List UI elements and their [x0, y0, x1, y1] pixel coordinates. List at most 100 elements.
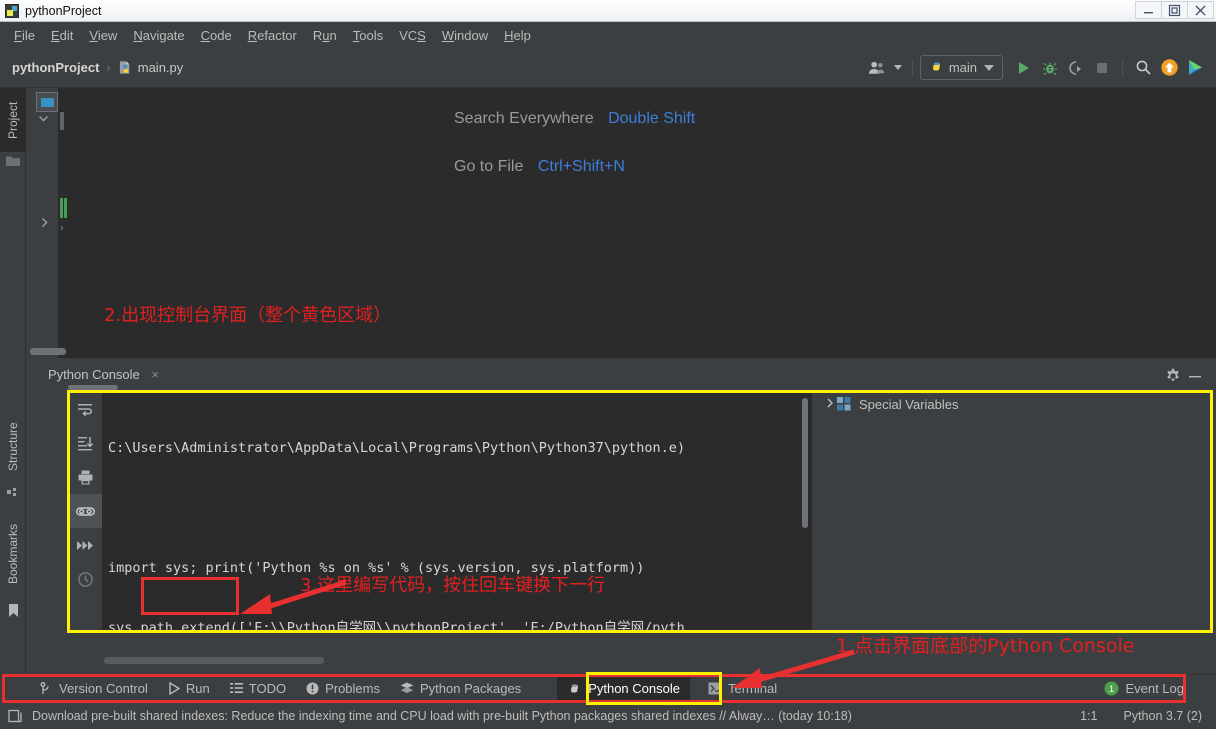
pycharm-window: pythonProject File Edit View Navigate Co… — [0, 0, 1216, 729]
console-line: C:\Users\Administrator\AppData\Local\Pro… — [108, 440, 686, 456]
problems-icon — [306, 682, 319, 695]
settings-gear-icon[interactable] — [1162, 366, 1184, 386]
hint-action-label: Search Everywhere — [454, 110, 594, 127]
pycharm-icon — [5, 3, 19, 18]
console-horizontal-scrollbar[interactable] — [68, 385, 118, 390]
special-variables-row[interactable]: Special Variables — [815, 392, 1213, 416]
user-avatar-icon[interactable] — [865, 55, 891, 81]
menu-code[interactable]: Code — [193, 26, 240, 45]
structure-icon — [7, 488, 20, 501]
stop-icon — [1089, 55, 1115, 81]
main-toolbar: main — [865, 55, 1216, 81]
hint-action-label: Go to File — [454, 158, 524, 175]
breadcrumb-file[interactable]: main.py — [138, 60, 184, 75]
left-tool-strip: Project Structure Bookmarks — [0, 88, 26, 688]
tool-window-python-console[interactable]: Python Console — [557, 675, 690, 702]
sidebar-item-bookmarks[interactable]: Bookmarks — [0, 508, 26, 600]
special-variables-icon — [837, 397, 851, 411]
tool-window-todo[interactable]: TODO — [220, 676, 296, 702]
run-config-label: main — [948, 60, 977, 75]
run-configuration-selector[interactable]: main — [919, 55, 1003, 80]
sidebar-item-project[interactable]: Project — [0, 88, 26, 152]
interpreter-indicator[interactable]: Python 3.7 (2) — [1123, 709, 1202, 723]
chevron-down-icon[interactable] — [984, 64, 994, 71]
chevron-right-icon[interactable] — [38, 216, 51, 233]
maximize-button[interactable] — [1161, 1, 1188, 19]
chevron-down-icon[interactable] — [37, 112, 50, 129]
menu-tools[interactable]: Tools — [345, 26, 391, 45]
sidebar-item-structure[interactable]: Structure — [0, 408, 26, 486]
branch-icon — [40, 681, 53, 696]
history-icon[interactable] — [68, 562, 102, 596]
caret-position[interactable]: 1:1 — [1080, 709, 1097, 723]
window-controls — [1135, 1, 1214, 19]
search-icon[interactable] — [1130, 55, 1156, 81]
project-folder-icon — [6, 154, 20, 166]
tool-window-python-packages[interactable]: Python Packages — [390, 676, 531, 702]
project-horizontal-scrollbar[interactable] — [30, 348, 66, 355]
hint-shortcut-label: Ctrl+Shift+N — [537, 158, 625, 175]
menu-navigate[interactable]: Navigate — [125, 26, 192, 45]
navigation-bar: pythonProject › main.py main — [0, 48, 1216, 88]
tool-window-resize-handle[interactable] — [104, 657, 324, 664]
soft-wrap-icon[interactable] — [68, 392, 102, 426]
special-variables-label: Special Variables — [859, 396, 959, 412]
print-icon[interactable] — [68, 460, 102, 494]
update-project-icon[interactable] — [1156, 55, 1182, 81]
tool-window-problems[interactable]: Problems — [296, 676, 390, 702]
menu-help[interactable]: Help — [496, 26, 539, 45]
menu-refactor[interactable]: Refactor — [240, 26, 305, 45]
tool-window-label: TODO — [248, 681, 287, 696]
run-with-coverage-icon[interactable] — [1063, 55, 1089, 81]
tool-window-run[interactable]: Run — [158, 676, 220, 702]
status-message[interactable]: Download pre-built shared indexes: Reduc… — [32, 709, 852, 723]
console-action-toolbar — [68, 392, 102, 631]
python-icon — [567, 681, 582, 696]
annotation-text-3: 3.这里编写代码，按住回车键换下一行 — [300, 575, 606, 596]
console-line: sys.path.extend(['E:\\Python自学网\\pythonP… — [108, 620, 685, 631]
console-variables-pane[interactable]: Special Variables — [815, 392, 1213, 631]
console-tab[interactable]: Python Console × — [48, 367, 159, 382]
expander-chevron-right-icon[interactable] — [825, 397, 837, 412]
annotation-text-1: 1.点击界面底部的Python Console — [836, 635, 1135, 657]
menu-vcs[interactable]: VCS — [391, 26, 434, 45]
event-log-badge-icon: 1 — [1104, 681, 1119, 696]
editor-gutter-vcs-marker-2 — [64, 198, 67, 218]
toolbar-divider-2 — [1122, 58, 1123, 77]
user-avatar-dropdown-icon[interactable] — [891, 55, 905, 81]
todo-list-icon — [229, 682, 243, 695]
show-console-variables-icon[interactable] — [68, 494, 102, 528]
python-file-icon — [118, 60, 133, 75]
indexes-icon — [8, 708, 24, 724]
console-tab-label: Python Console — [48, 367, 140, 382]
tool-window-label: Run — [185, 681, 210, 696]
hint-go-to-file: Go to File Ctrl+Shift+N — [454, 158, 625, 176]
menu-file[interactable]: File — [6, 26, 43, 45]
run-icon[interactable] — [1011, 55, 1037, 81]
close-button[interactable] — [1187, 1, 1214, 19]
debug-icon[interactable] — [1037, 55, 1063, 81]
tool-window-label: Python Packages — [420, 681, 522, 696]
minimize-button[interactable] — [1135, 1, 1162, 19]
event-log-button[interactable]: 1 Event Log — [1094, 676, 1194, 702]
tool-window-terminal[interactable]: Terminal — [698, 676, 787, 702]
status-right: 1:1 Python 3.7 (2) — [1054, 709, 1216, 723]
close-icon[interactable]: × — [151, 367, 159, 382]
tool-window-label: Version Control — [59, 681, 148, 696]
minimize-panel-icon[interactable] — [1184, 366, 1206, 386]
breadcrumb-separator: › — [106, 60, 111, 75]
execute-icon[interactable] — [68, 528, 102, 562]
tool-window-version-control[interactable]: Version Control — [30, 676, 158, 702]
fold-marker-icon[interactable]: › — [60, 222, 64, 234]
project-view-toggle-button[interactable] — [36, 92, 58, 112]
menu-run[interactable]: Run — [305, 26, 345, 45]
ide-assistant-icon[interactable] — [1182, 55, 1208, 81]
menu-window[interactable]: Window — [434, 26, 496, 45]
menu-edit[interactable]: Edit — [43, 26, 81, 45]
menu-view[interactable]: View — [81, 26, 125, 45]
console-vertical-scrollbar[interactable] — [802, 398, 808, 528]
breadcrumb-project[interactable]: pythonProject — [12, 60, 99, 75]
scroll-to-end-icon[interactable] — [68, 426, 102, 460]
window-title: pythonProject — [25, 3, 102, 18]
